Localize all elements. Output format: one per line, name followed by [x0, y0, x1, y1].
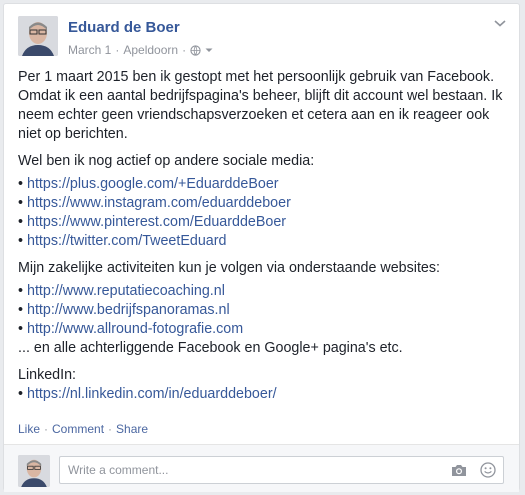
chevron-down-icon[interactable] — [493, 18, 507, 28]
comment-input[interactable] — [59, 456, 504, 484]
avatar[interactable] — [18, 16, 58, 56]
globe-icon[interactable] — [190, 44, 201, 56]
camera-icon[interactable] — [451, 464, 467, 477]
link-twitter[interactable]: https://twitter.com/TweetEduard — [27, 233, 226, 249]
meta-separator: · — [115, 43, 120, 57]
post-paragraph: Per 1 maart 2015 ben ik gestopt met het … — [18, 69, 503, 142]
smiley-icon[interactable] — [480, 462, 496, 478]
list-item: • https://twitter.com/TweetEduard — [18, 233, 227, 249]
post-date[interactable]: March 1 — [68, 43, 111, 57]
link-reputatiecoaching[interactable]: http://www.reputatiecoaching.nl — [27, 283, 225, 299]
list-item: • https://www.instagram.com/eduarddeboer — [18, 195, 291, 211]
privacy-dropdown-icon[interactable] — [204, 45, 214, 55]
list-item: • https://plus.google.com/+EduarddeBoer — [18, 176, 279, 192]
social-links-list: • https://plus.google.com/+EduarddeBoer … — [18, 175, 508, 251]
link-instagram[interactable]: https://www.instagram.com/eduarddeboer — [27, 195, 291, 211]
meta-separator: · — [182, 43, 187, 57]
post-location[interactable]: Apeldoorn — [123, 43, 178, 57]
list-item: • http://www.bedrijfspanoramas.nl — [18, 302, 230, 318]
business-intro: Mijn zakelijke activiteiten kun je volge… — [18, 260, 440, 276]
post-card: Eduard de Boer March 1 · Apeldoorn · Per… — [3, 3, 520, 492]
like-button[interactable]: Like — [18, 422, 40, 436]
link-pinterest[interactable]: https://www.pinterest.com/EduarddeBoer — [27, 214, 286, 230]
list-item: • https://nl.linkedin.com/in/eduarddeboe… — [18, 386, 277, 402]
link-allround-fotografie[interactable]: http://www.allround-fotografie.com — [27, 321, 243, 337]
linkedin-list: • https://nl.linkedin.com/in/eduarddeboe… — [18, 385, 508, 404]
business-outro: ... en alle achterliggende Facebook en G… — [18, 340, 403, 356]
comment-button[interactable]: Comment — [52, 422, 104, 436]
action-separator: · — [44, 422, 49, 436]
action-separator: · — [108, 422, 113, 436]
link-bedrijfspanoramas[interactable]: http://www.bedrijfspanoramas.nl — [27, 302, 230, 318]
linkedin-intro: LinkedIn: — [18, 367, 77, 383]
post-meta: March 1 · Apeldoorn · — [68, 43, 214, 57]
list-item: • http://www.reputatiecoaching.nl — [18, 283, 225, 299]
link-linkedin[interactable]: https://nl.linkedin.com/in/eduarddeboer/ — [27, 386, 277, 402]
social-intro: Wel ben ik nog actief op andere sociale … — [18, 153, 315, 169]
list-item: • http://www.allround-fotografie.com — [18, 321, 244, 337]
commenter-avatar[interactable] — [18, 455, 50, 487]
share-button[interactable]: Share — [116, 422, 148, 436]
link-google-plus[interactable]: https://plus.google.com/+EduarddeBoer — [27, 176, 279, 192]
post-body: Per 1 maart 2015 ben ik gestopt met het … — [18, 68, 508, 404]
business-links-list: • http://www.reputatiecoaching.nl • http… — [18, 282, 508, 339]
list-item: • https://www.pinterest.com/EduarddeBoer — [18, 214, 287, 230]
post-actions: Like · Comment · Share — [18, 422, 148, 436]
author-name[interactable]: Eduard de Boer — [68, 19, 180, 36]
comment-bar — [4, 444, 519, 492]
